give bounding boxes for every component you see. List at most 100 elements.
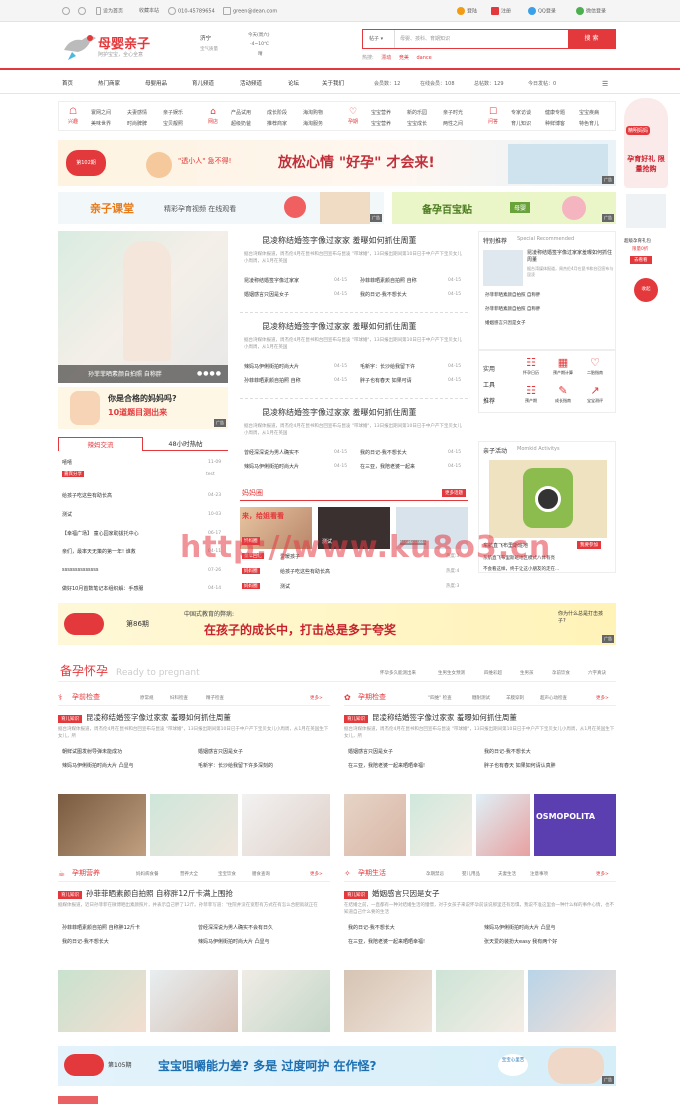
block-photo[interactable] bbox=[436, 970, 524, 1032]
focus-image[interactable]: 孙菲菲晒素颜自拍照 自称胖 ●●●● bbox=[58, 231, 228, 383]
block-item[interactable]: 婚姻感言只因是女子 bbox=[198, 748, 243, 755]
news-link[interactable]: 婚姻感言只因是女子 bbox=[244, 291, 289, 298]
block-photo[interactable] bbox=[150, 794, 238, 856]
block-item[interactable]: 毛新宇：长沙给我留下许多深刻的 bbox=[198, 762, 273, 769]
category-link[interactable]: 特色育儿 bbox=[579, 120, 599, 127]
block-tab[interactable]: 超声心动检查 bbox=[540, 695, 567, 701]
block-tab[interactable]: "四维" 检查 bbox=[428, 695, 452, 701]
category-link[interactable]: 种鲜博客 bbox=[545, 120, 565, 127]
nav-home[interactable]: 首页 bbox=[62, 79, 73, 87]
block-item[interactable]: 我的日记-我不想长大 bbox=[348, 924, 395, 931]
set-home-link[interactable]: 设为首页 bbox=[96, 7, 123, 15]
nav-baby-products[interactable]: 母婴用品 bbox=[145, 79, 167, 87]
forum-item[interactable]: 嘻嘻 bbox=[62, 459, 72, 466]
block-tab[interactable]: 宝宝饮食 bbox=[218, 871, 236, 877]
search-input[interactable]: 母婴、孩科、育期知识 bbox=[396, 30, 564, 48]
block-item[interactable]: 辣妈马伊俐街拍时尚大片 凸显与 bbox=[198, 938, 270, 945]
category-link[interactable]: 寰网之间 bbox=[91, 109, 111, 116]
block-photo[interactable] bbox=[344, 970, 432, 1032]
login-link[interactable]: 登陆 bbox=[457, 7, 477, 15]
category-icon[interactable]: ♡ 孕期 bbox=[343, 106, 363, 128]
more-link[interactable]: 更多> bbox=[596, 871, 609, 877]
search-button[interactable]: 搜 索 bbox=[568, 30, 615, 48]
block-photo[interactable] bbox=[58, 970, 146, 1032]
block-tab[interactable]: 夫妻生活 bbox=[498, 871, 516, 877]
forum-item[interactable]: 亲们，最率天无策的第一年! 谁救 bbox=[62, 548, 136, 555]
block-tab[interactable]: 精子检查 bbox=[206, 695, 224, 701]
quiz-ad[interactable]: 你是合格的妈妈吗? 10道题目测出来 广告 bbox=[58, 387, 228, 429]
site-logo[interactable]: 母婴亲子 阿护宝宝，全心全意 bbox=[60, 27, 180, 65]
block-item[interactable]: 婚姻感言只因是女子 bbox=[348, 748, 393, 755]
weibo-icon[interactable] bbox=[62, 7, 72, 15]
bookmark-link[interactable]: 收藏本站 bbox=[139, 7, 159, 14]
category-link[interactable]: 海淘服务 bbox=[303, 120, 323, 127]
block-photo[interactable] bbox=[528, 970, 616, 1032]
block-item[interactable]: 在三亚，我陪老婆一起来晒晒幸福! bbox=[348, 762, 425, 769]
category-link[interactable]: 推荐商家 bbox=[267, 120, 287, 127]
category-link[interactable]: 成长阶段 bbox=[267, 109, 287, 116]
block-photo[interactable] bbox=[58, 794, 146, 856]
collapse-button[interactable]: 收起 bbox=[634, 278, 658, 302]
news-link[interactable]: 孙菲菲晒素颜自拍照 自称 bbox=[360, 277, 417, 284]
forum-item[interactable]: ssssssssssssss bbox=[62, 567, 98, 573]
more-link[interactable]: 更多> bbox=[310, 871, 323, 877]
hot-search-link[interactable]: 漂动 bbox=[381, 55, 391, 61]
tool-due-date-calc[interactable]: ▦ 预产期计算 bbox=[551, 356, 575, 376]
forum-item[interactable]: 测试 bbox=[62, 511, 72, 518]
activity-image[interactable] bbox=[489, 460, 607, 538]
category-link[interactable]: 亲子娱乐 bbox=[163, 109, 183, 116]
block-photo[interactable] bbox=[410, 794, 472, 856]
news-link[interactable]: 我的日记-我不想长大 bbox=[360, 291, 407, 298]
more-link[interactable]: 更多> bbox=[596, 695, 609, 701]
news-link[interactable]: 辣妈马伊俐街拍时尚大片 bbox=[244, 363, 299, 370]
category-icon[interactable]: ☐ 问答 bbox=[483, 106, 503, 128]
category-link[interactable]: 两性之间 bbox=[443, 120, 463, 127]
block-tab[interactable]: 注意事项 bbox=[530, 871, 548, 877]
block-item[interactable]: 张天爱的装扮大easy 我有两个好 bbox=[484, 938, 557, 945]
forum-item[interactable]: 给孩子吃这些有助长高 bbox=[62, 492, 112, 499]
news-headline[interactable]: 昆凌称结婚签字像过家家 羞曝如何抓住周董 bbox=[262, 321, 417, 332]
news-link[interactable]: 辣妈马伊俐街拍时尚大片 bbox=[244, 463, 299, 470]
block-tab[interactable]: 糖耐测试 bbox=[472, 695, 490, 701]
section-link[interactable]: 六字真诀 bbox=[588, 670, 606, 676]
special-item[interactable]: 婚姻感言只因是女子 bbox=[485, 320, 526, 326]
block-tab[interactable]: 孕期禁忌 bbox=[426, 871, 444, 877]
nav-about[interactable]: 关于我们 bbox=[322, 79, 344, 87]
banner-ad-2b[interactable]: 备孕百宝贴 母婴 广告 bbox=[392, 192, 616, 224]
category-link[interactable]: 专家访谈 bbox=[511, 109, 531, 116]
more-link[interactable]: 更多> bbox=[310, 695, 323, 701]
hot-search-link[interactable]: dance bbox=[417, 55, 432, 61]
tool-pregnancy-calendar[interactable]: ☷ 怀孕日历 bbox=[519, 356, 543, 376]
menu-icon[interactable]: ☰ bbox=[602, 80, 608, 88]
mama-item[interactable]: 给孩子吃这些有助长高 bbox=[280, 568, 330, 575]
category-link[interactable]: 产品试用 bbox=[231, 109, 251, 116]
news-link[interactable]: 胖子也有春天 如果可请 bbox=[360, 377, 412, 384]
category-link[interactable]: 亲子时光 bbox=[443, 109, 463, 116]
category-icon[interactable]: ☖ 兴趣 bbox=[63, 106, 83, 128]
tool-growth[interactable]: ✎ 成长指南 bbox=[551, 384, 575, 404]
search-type-select[interactable]: 帖子 ▾ bbox=[363, 30, 395, 48]
block-item[interactable]: 曾经深深说为男人确实不会有日久 bbox=[198, 924, 273, 931]
category-link[interactable]: 宝宝疾病 bbox=[579, 109, 599, 116]
block-tab[interactable]: 妇科检查 bbox=[170, 695, 188, 701]
section-link[interactable]: 生男生女预测 bbox=[438, 670, 465, 676]
special-lead[interactable]: 昆凌称结婚签字像过家家羞曝如何抓住周董 bbox=[527, 250, 615, 264]
banner-ad-2a[interactable]: 亲子课堂 精彩孕育视频 在线观看 广告 bbox=[58, 192, 384, 224]
special-image[interactable] bbox=[483, 250, 523, 286]
news-link[interactable]: 我的日记-我不想长大 bbox=[360, 449, 407, 456]
category-link[interactable]: 宝宝营养 bbox=[371, 109, 391, 116]
block-tab[interactable]: 婴儿用品 bbox=[462, 871, 480, 877]
category-link[interactable]: 宝贝靓照 bbox=[163, 120, 183, 127]
news-link[interactable]: 曾经深深说为男人确实不 bbox=[244, 449, 299, 456]
block-item[interactable]: 朝鲜试图发射导弹未能成功 bbox=[62, 748, 122, 755]
category-link[interactable]: 时尚脾脾 bbox=[127, 120, 147, 127]
news-headline[interactable]: 昆凌称结婚签字像过家家 羞曝如何抓住周董 bbox=[262, 407, 417, 418]
news-link[interactable]: 在三亚，我陪老婆一起来 bbox=[360, 463, 415, 470]
block-headline[interactable]: 孙菲菲晒素颜自拍照 自称胖12斤卡满上围抢 bbox=[86, 889, 233, 898]
news-link[interactable]: 孙菲菲晒素颜自拍照 自称 bbox=[244, 377, 301, 384]
tool-second-child[interactable]: ♡ 二胎指南 bbox=[583, 356, 607, 376]
side-float-ad[interactable]: 精明妈妈 孕育好礼 限量抢购 超级孕育礼包 限量0折 去看看 收起 bbox=[624, 98, 668, 302]
category-link[interactable]: 夫妻感情 bbox=[127, 109, 147, 116]
slider-dots[interactable]: ●●●● bbox=[197, 370, 222, 377]
block-item[interactable]: 我的日记-我不想长大 bbox=[62, 938, 109, 945]
